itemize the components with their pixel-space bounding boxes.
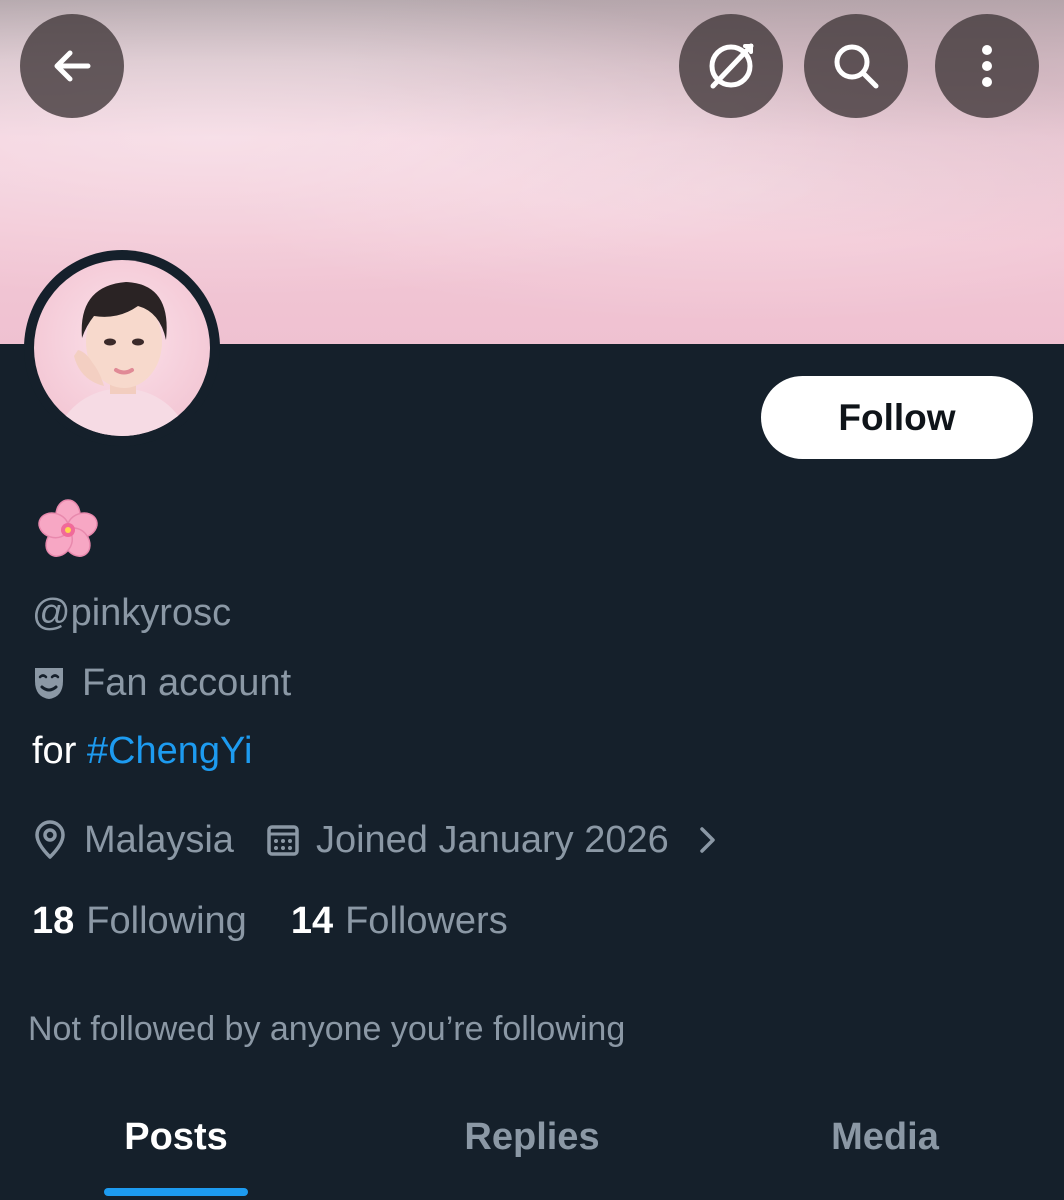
active-tab-indicator: [104, 1188, 248, 1196]
bio-hashtag-link[interactable]: #ChengYi: [87, 730, 253, 772]
tab-replies[interactable]: Replies: [430, 1116, 634, 1159]
bio-text: for: [32, 730, 87, 772]
search-icon: [834, 44, 879, 89]
location-pin-icon: [35, 820, 65, 859]
followers-count: 14: [290, 900, 334, 942]
cherry-blossom-icon: [38, 499, 98, 557]
followers-label: Followers: [345, 900, 508, 942]
more-options-button[interactable]: [935, 14, 1039, 118]
profile-category: Fan account: [32, 660, 291, 706]
grok-icon: [709, 43, 754, 89]
follow-button[interactable]: Follow: [761, 376, 1033, 459]
mutual-followers-notice: Not followed by anyone you’re following: [28, 1010, 626, 1048]
avatar: [34, 260, 210, 436]
profile-bio: for #ChengYi: [32, 730, 252, 773]
arrow-left-icon: [54, 50, 91, 82]
search-button[interactable]: [804, 14, 908, 118]
back-button[interactable]: [20, 14, 124, 118]
following-link[interactable]: 18 Following: [32, 900, 247, 943]
followers-link[interactable]: 14 Followers: [291, 900, 508, 943]
chevron-right-icon[interactable]: [695, 824, 719, 856]
profile-handle: @pinkyrosc: [32, 592, 232, 634]
location-text: Malaysia: [84, 818, 234, 861]
display-name: [32, 498, 104, 562]
profile-meta: Malaysia Joined January 2026: [32, 814, 719, 866]
calendar-icon: [267, 825, 299, 856]
following-count: 18: [32, 900, 75, 942]
following-label: Following: [86, 900, 247, 942]
more-vertical-icon: [982, 45, 992, 87]
tab-posts[interactable]: Posts: [104, 1116, 248, 1159]
joined-date-link[interactable]: Joined January 2026: [316, 819, 669, 862]
avatar-image: [54, 282, 190, 436]
category-label: Fan account: [82, 661, 292, 704]
tab-media[interactable]: Media: [800, 1116, 970, 1159]
grok-button[interactable]: [679, 14, 783, 118]
profile-tabs: Posts Replies Media: [0, 1100, 1064, 1200]
profile-stats: 18 Following 14 Followers: [32, 900, 508, 943]
avatar-container[interactable]: [24, 250, 220, 446]
theater-masks-icon: [35, 668, 63, 699]
